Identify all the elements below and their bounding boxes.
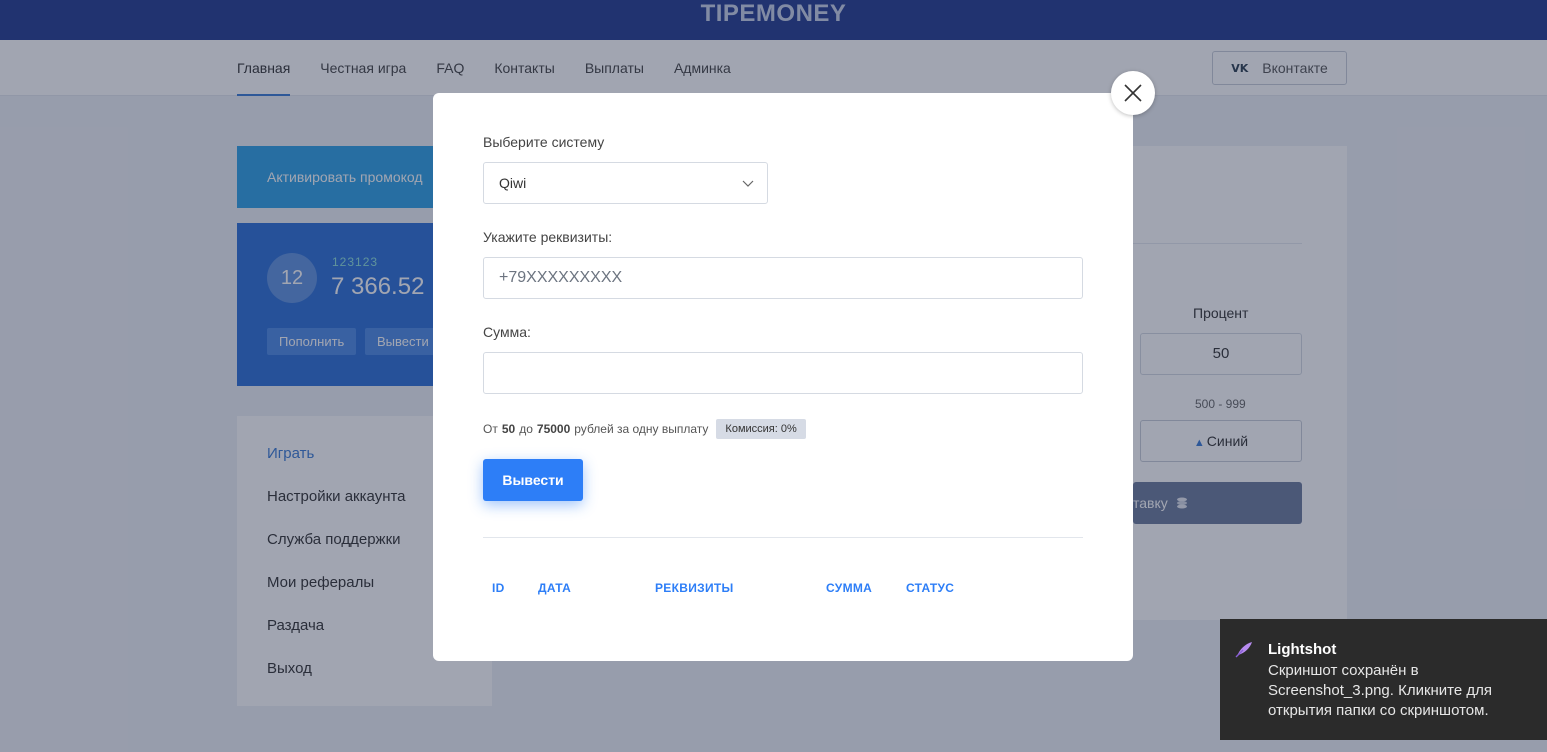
modal-divider: [483, 537, 1083, 538]
requisites-input[interactable]: [483, 257, 1083, 299]
close-icon: [1124, 84, 1142, 102]
table-header-amount[interactable]: СУММА: [826, 581, 872, 595]
limits-max: 75000: [536, 422, 571, 436]
limits-to-word: до: [519, 422, 533, 436]
amount-input[interactable]: [483, 352, 1083, 394]
requisites-label: Укажите реквизиты:: [483, 229, 613, 245]
system-select[interactable]: Qiwi: [483, 162, 768, 204]
withdraw-modal: Выберите систему Qiwi Укажите реквизиты:…: [433, 93, 1133, 661]
system-select-value: Qiwi: [499, 175, 527, 191]
lightshot-toast[interactable]: Lightshot Скриншот сохранён в Screenshot…: [1220, 619, 1547, 740]
system-label: Выберите систему: [483, 134, 605, 150]
toast-title: Lightshot: [1268, 641, 1337, 658]
commission-badge: Комиссия: 0%: [716, 419, 806, 439]
chevron-down-icon: [742, 180, 754, 187]
table-header-id[interactable]: ID: [492, 581, 505, 595]
table-header-status[interactable]: СТАТУС: [906, 581, 954, 595]
limits-suffix: рублей за одну выплату: [574, 422, 709, 436]
submit-withdraw-button[interactable]: Вывести: [483, 459, 583, 501]
toast-message: Скриншот сохранён в Screenshot_3.png. Кл…: [1268, 662, 1493, 719]
limits-min: 50: [501, 422, 516, 436]
limits-info: От 50 до 75000 рублей за одну выплату Ко…: [483, 419, 806, 439]
feather-icon: [1235, 642, 1252, 658]
amount-label: Сумма:: [483, 324, 531, 340]
limits-from-word: От: [483, 422, 498, 436]
modal-close-button[interactable]: [1111, 71, 1155, 115]
table-header-requisites[interactable]: РЕКВИЗИТЫ: [655, 581, 734, 595]
table-header-date[interactable]: ДАТА: [538, 581, 571, 595]
